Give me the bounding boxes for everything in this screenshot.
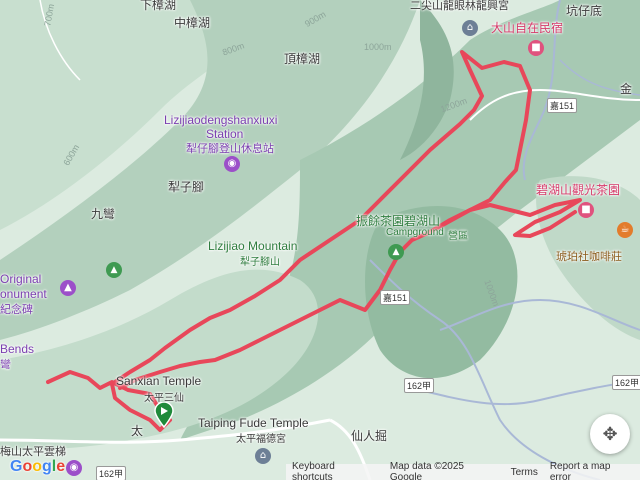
road-shield: 嘉151 — [547, 98, 578, 113]
temple-icon[interactable]: ⌂ — [255, 448, 271, 464]
place-label-kengziding: 坑仔底 — [566, 4, 603, 18]
place-label-fude-zh[interactable]: 太平福德宮 — [236, 430, 286, 445]
terrain-layer — [0, 0, 640, 480]
map-data-text: Map data ©2025 Google — [389, 461, 464, 480]
road-shield: 162甲 — [96, 466, 127, 480]
google-logo: Google — [10, 458, 65, 476]
poi-label-station-zh[interactable]: 犁仔腳登山休息站 — [186, 140, 274, 156]
hotel-icon[interactable]: ■ — [528, 40, 544, 56]
temple-icon-2[interactable]: ⌂ — [462, 20, 478, 36]
poi-label-bends-zh[interactable]: 彎 — [0, 356, 11, 372]
place-label-xiazhanghu: 下樟湖 — [140, 0, 177, 12]
peak-label-mountain-en[interactable]: Lizijiao Mountain — [208, 239, 297, 253]
monument-icon[interactable]: ▲ — [60, 280, 76, 296]
tent-icon-2[interactable]: ▲ — [388, 244, 404, 260]
poi-label-monument-1[interactable]: Original — [0, 272, 41, 286]
road-shield: 162甲 — [404, 378, 435, 393]
road-shield: 嘉151 — [380, 290, 411, 305]
place-label-xianrenjue: 仙人掘 — [351, 429, 388, 443]
poi-label-station-en-2[interactable]: Station — [206, 127, 243, 141]
poi-label-bihu-park[interactable]: 碧湖山觀光茶園 — [536, 181, 620, 198]
compass-icon[interactable]: ✥ — [590, 414, 630, 454]
poi-label-station-en-1[interactable]: Lizijiaodengshanxiuxi — [164, 113, 277, 127]
poi-label-bends[interactable]: Bends — [0, 342, 34, 356]
place-label-skybridge[interactable]: 梅山太平雲梯 — [0, 443, 66, 459]
place-label-dashan-top[interactable]: 二尖山龍眼林龍興宮 — [410, 0, 509, 13]
logo-letter: o — [22, 458, 33, 475]
peak-label-mountain-zh[interactable]: 犁子腳山 — [240, 253, 280, 268]
coffee-icon[interactable]: ☕ — [617, 222, 633, 238]
camera-icon[interactable]: ◉ — [224, 156, 240, 172]
place-label-fude-en[interactable]: Taiping Fude Temple — [198, 416, 309, 430]
logo-letter: o — [32, 458, 43, 475]
road-shield: 162甲 — [612, 375, 640, 390]
place-label-zhongzhanghu: 中樟湖 — [174, 16, 211, 30]
poi-label-dashan[interactable]: 大山自在民宿 — [491, 19, 563, 36]
terms-link[interactable]: Terms — [511, 467, 538, 478]
place-label-jiuwan: 九彎 — [91, 207, 116, 221]
place-label-temple-en[interactable]: Sanxian Temple — [116, 374, 201, 388]
poi-label-campground[interactable]: Campground — [386, 227, 444, 238]
poi-label-cafe[interactable]: 琥珀社咖啡莊 — [556, 248, 622, 264]
report-error-link[interactable]: Report a map error — [550, 461, 634, 480]
poi-label-monument-2[interactable]: onument — [0, 287, 47, 301]
place-label-jin: 金 — [620, 82, 633, 96]
keyboard-shortcuts-link[interactable]: Keyboard shortcuts — [292, 461, 378, 480]
camera-icon-2[interactable]: ◉ — [66, 460, 82, 476]
logo-letter: g — [42, 458, 52, 475]
map-canvas[interactable]: 下樟湖 中樟湖 頂樟湖 Lizijiaodengshanxiuxi Statio… — [0, 0, 640, 480]
place-label-lizijiao: 犁子腳 — [168, 180, 205, 194]
start-marker-icon[interactable] — [154, 402, 174, 428]
hotel-icon-2[interactable]: ■ — [578, 202, 594, 218]
tent-icon[interactable]: ▲ — [106, 262, 122, 278]
logo-letter: e — [56, 458, 66, 475]
place-label-tai: 太 — [131, 424, 144, 438]
place-label-dingzhanghu: 頂樟湖 — [284, 52, 321, 66]
attribution-bar: Keyboard shortcuts Map data ©2025 Google… — [286, 461, 640, 480]
contour-label: 1000m — [364, 42, 392, 52]
poi-label-monument-3[interactable]: 紀念碑 — [0, 301, 33, 317]
logo-letter: G — [10, 458, 23, 475]
poi-label-campground-zh[interactable]: 營區 — [448, 227, 468, 242]
